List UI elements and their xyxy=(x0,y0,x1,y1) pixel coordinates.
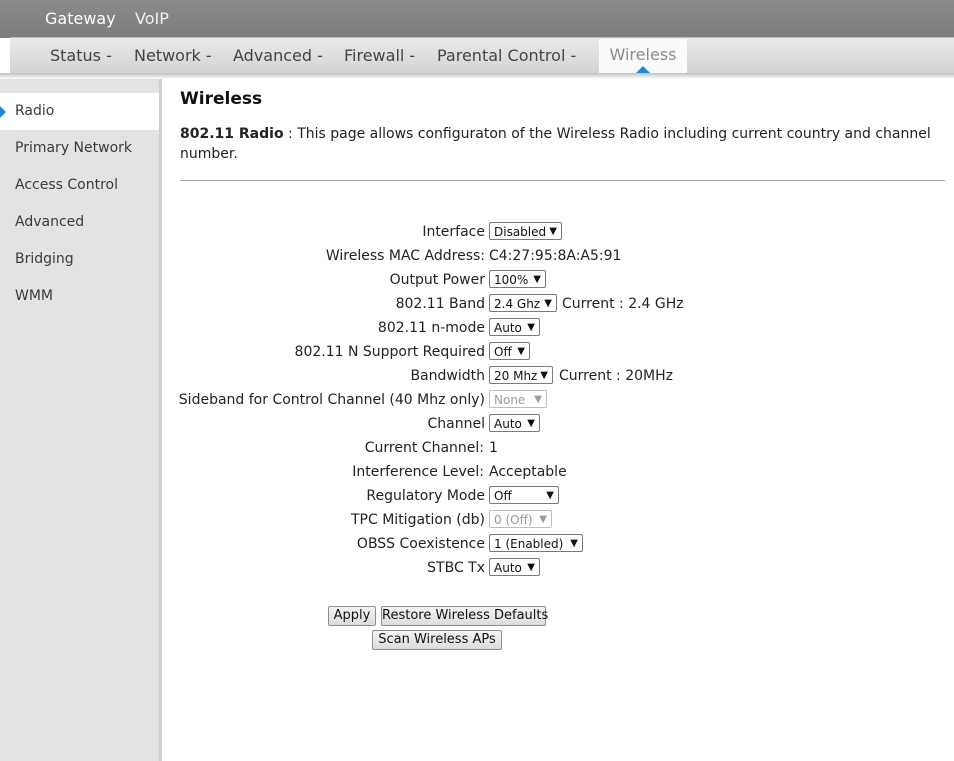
nmode-value: Auto xyxy=(494,321,522,335)
menu-firewall[interactable]: Firewall - xyxy=(344,46,415,65)
stbc-value: Auto xyxy=(494,561,522,575)
chevron-down-icon: ▼ xyxy=(544,298,552,309)
row-band: 802.11 Band 2.4 Ghz ▼ Current : 2.4 GHz xyxy=(0,294,954,316)
chevron-down-icon: ▼ xyxy=(540,370,548,381)
chevron-down-icon: ▼ xyxy=(527,322,535,333)
row-mac: Wireless MAC Address: C4:27:95:8A:A5:91 xyxy=(0,246,954,268)
tpc-value: 0 (Off) xyxy=(494,513,533,527)
interference-value: Acceptable xyxy=(489,464,567,480)
band-select[interactable]: 2.4 Ghz ▼ xyxy=(489,294,557,312)
nsupport-value: Off xyxy=(494,345,512,359)
current-channel-label: Current Channel: xyxy=(364,440,484,456)
restore-defaults-button[interactable]: Restore Wireless Defaults xyxy=(381,606,548,626)
bandwidth-label: Bandwidth xyxy=(410,368,485,384)
mac-label: Wireless MAC Address: xyxy=(325,248,485,264)
row-interference: Interference Level: Acceptable xyxy=(0,462,954,484)
tpc-select: 0 (Off) ▼ xyxy=(489,510,552,528)
obss-label: OBSS Coexistence xyxy=(356,536,485,552)
sidebar-item-radio[interactable]: Radio xyxy=(0,93,159,130)
tpc-label: TPC Mitigation (db) xyxy=(351,512,485,528)
interference-label: Interference Level: xyxy=(352,464,484,480)
row-output-power: Output Power 100% ▼ xyxy=(0,270,954,292)
chevron-down-icon: ▼ xyxy=(533,274,541,285)
row-tpc: TPC Mitigation (db) 0 (Off) ▼ xyxy=(0,510,954,532)
interface-label: Interface xyxy=(422,224,485,240)
obss-value: 1 (Enabled) xyxy=(494,537,564,551)
bandwidth-current: Current : 20MHz xyxy=(559,368,673,384)
nmode-select[interactable]: Auto ▼ xyxy=(489,318,540,336)
row-interface: Interface Disabled ▼ xyxy=(0,222,954,244)
sidebar-item-label: Radio xyxy=(15,103,55,119)
bandwidth-select[interactable]: 20 Mhz ▼ xyxy=(489,366,553,384)
menu-advanced[interactable]: Advanced - xyxy=(233,46,323,65)
divider xyxy=(180,180,945,181)
output-power-select[interactable]: 100% ▼ xyxy=(489,270,546,288)
menu-parental-control[interactable]: Parental Control - xyxy=(437,46,576,65)
mac-value: C4:27:95:8A:A5:91 xyxy=(489,248,622,264)
channel-select[interactable]: Auto ▼ xyxy=(489,414,540,432)
row-nmode: 802.11 n-mode Auto ▼ xyxy=(0,318,954,340)
interface-select[interactable]: Disabled ▼ xyxy=(489,222,562,240)
chevron-down-icon: ▼ xyxy=(549,226,557,237)
regulatory-value: Off xyxy=(494,489,512,503)
regulatory-select[interactable]: Off ▼ xyxy=(489,486,559,504)
band-label: 802.11 Band xyxy=(395,296,485,312)
chevron-down-icon: ▼ xyxy=(534,394,542,405)
description-title: 802.11 Radio xyxy=(180,126,284,142)
sidebar-item-access-control[interactable]: Access Control xyxy=(0,167,159,204)
menu-wireless[interactable]: Wireless xyxy=(599,39,687,73)
row-channel: Channel Auto ▼ xyxy=(0,414,954,436)
active-arrow-icon xyxy=(0,106,6,118)
bandwidth-value: 20 Mhz xyxy=(494,369,538,383)
sideband-label: Sideband for Control Channel (40 Mhz onl… xyxy=(178,392,485,408)
interface-value: Disabled xyxy=(494,225,547,239)
row-bandwidth: Bandwidth 20 Mhz ▼ Current : 20MHz xyxy=(0,366,954,388)
channel-value: Auto xyxy=(494,417,522,431)
sideband-value: None xyxy=(494,393,526,407)
sidebar-item-primary-network[interactable]: Primary Network xyxy=(0,130,159,167)
chevron-down-icon: ▼ xyxy=(527,562,535,573)
nsupport-select[interactable]: Off ▼ xyxy=(489,342,530,360)
scan-wireless-aps-button[interactable]: Scan Wireless APs xyxy=(372,630,502,650)
sidebar-item-label: Primary Network xyxy=(15,140,133,156)
band-value: 2.4 Ghz xyxy=(494,297,541,311)
nmode-label: 802.11 n-mode xyxy=(377,320,485,336)
chevron-down-icon: ▼ xyxy=(570,538,578,549)
output-power-label: Output Power xyxy=(389,272,485,288)
output-power-value: 100% xyxy=(494,273,529,287)
nsupport-label: 802.11 N Support Required xyxy=(294,344,485,360)
main-menu: Status - Network - Advanced - Firewall -… xyxy=(10,37,954,73)
apply-button[interactable]: Apply xyxy=(328,606,376,626)
menu-network[interactable]: Network - xyxy=(134,46,212,65)
stbc-select[interactable]: Auto ▼ xyxy=(489,558,540,576)
page-description: 802.11 Radio : This page allows configur… xyxy=(180,124,940,164)
active-caret-icon xyxy=(636,66,650,73)
description-text: : This page allows configuraton of the W… xyxy=(180,126,931,162)
top-tab-voip[interactable]: VoIP xyxy=(135,9,169,28)
chevron-down-icon: ▼ xyxy=(517,346,525,357)
channel-label: Channel xyxy=(427,416,485,432)
top-tab-gateway[interactable]: Gateway xyxy=(45,9,116,28)
current-channel-value: 1 xyxy=(489,440,498,456)
regulatory-label: Regulatory Mode xyxy=(366,488,485,504)
band-current: Current : 2.4 GHz xyxy=(562,296,684,312)
row-stbc: STBC Tx Auto ▼ xyxy=(0,558,954,580)
row-nsupport: 802.11 N Support Required Off ▼ xyxy=(0,342,954,364)
chevron-down-icon: ▼ xyxy=(546,490,554,501)
sidebar-item-label: Access Control xyxy=(15,177,118,193)
sideband-select: None ▼ xyxy=(489,390,547,408)
row-sideband: Sideband for Control Channel (40 Mhz onl… xyxy=(0,390,954,412)
menu-wireless-label: Wireless xyxy=(609,45,677,64)
chevron-down-icon: ▼ xyxy=(539,514,547,525)
row-regulatory: Regulatory Mode Off ▼ xyxy=(0,486,954,508)
stbc-label: STBC Tx xyxy=(427,560,485,576)
row-current-channel: Current Channel: 1 xyxy=(0,438,954,460)
menu-status[interactable]: Status - xyxy=(50,46,112,65)
row-obss: OBSS Coexistence 1 (Enabled) ▼ xyxy=(0,534,954,556)
obss-select[interactable]: 1 (Enabled) ▼ xyxy=(489,534,583,552)
top-bar: Gateway VoIP xyxy=(0,0,954,38)
page-title: Wireless xyxy=(180,89,263,109)
chevron-down-icon: ▼ xyxy=(527,418,535,429)
